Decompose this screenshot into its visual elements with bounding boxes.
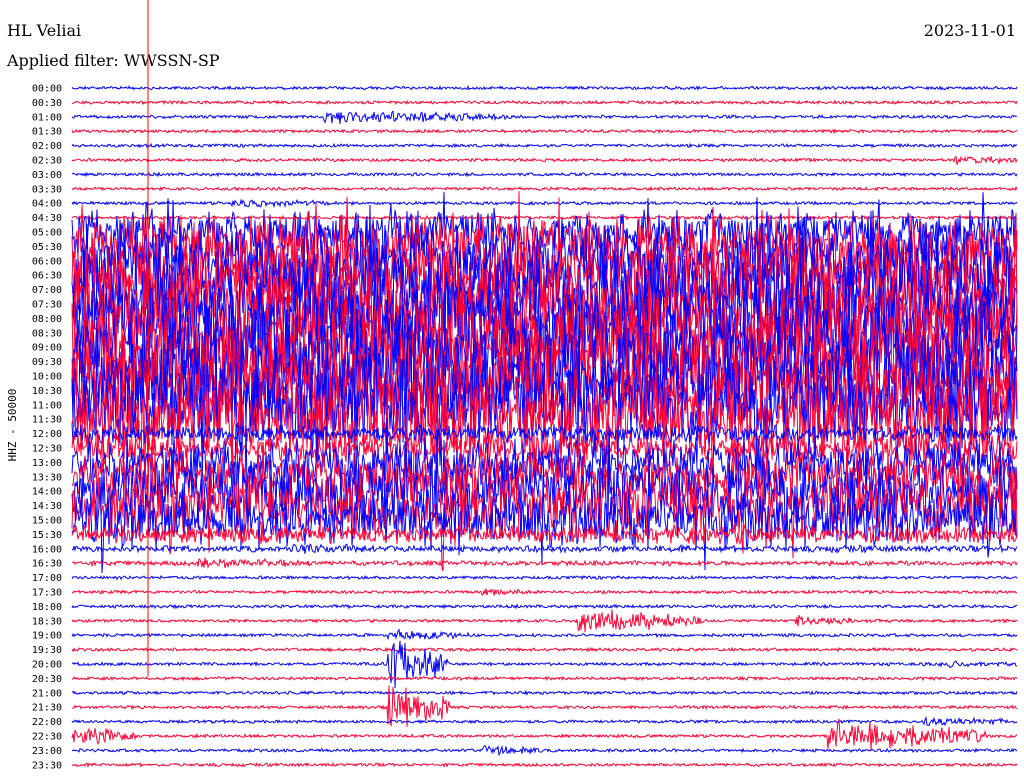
time-tick-label: 22:00 [32,717,62,728]
trace-0200 [71,142,1018,149]
time-tick-label: 15:00 [32,516,62,527]
time-tick-label: 18:00 [32,602,62,613]
time-tick-label: 10:00 [32,372,62,383]
time-tick-label: 04:30 [32,213,62,224]
time-tick-label: 14:30 [32,501,62,512]
time-tick-label: 18:30 [32,616,62,627]
time-tick-label: 20:30 [32,674,62,685]
trace-2030 [71,675,1018,682]
time-tick-label: 21:00 [32,688,62,699]
trace-0100 [71,110,1018,124]
trace-0030 [71,99,1018,106]
time-tick-label: 00:30 [32,98,62,109]
trace-0330 [71,185,1018,192]
time-tick-label: 03:30 [32,184,62,195]
time-tick-label: 07:30 [32,300,62,311]
time-tick-label: 12:30 [32,444,62,455]
time-tick-label: 02:00 [32,141,62,152]
time-tick-label: 17:30 [32,588,62,599]
time-tick-label: 13:30 [32,472,62,483]
time-tick-label: 11:00 [32,400,62,411]
time-tick-label: 11:30 [32,415,62,426]
channel-axis-label: HHZ - 50000 [6,389,19,462]
time-tick-label: 08:30 [32,328,62,339]
time-tick-label: 23:00 [32,746,62,757]
time-tick-label: 01:00 [32,112,62,123]
time-tick-label: 22:30 [32,732,62,743]
trace-1600 [71,543,1018,554]
seismic-traces [71,84,1018,769]
time-tick-label: 14:00 [32,487,62,498]
trace-1800 [71,603,1018,610]
trace-2200 [71,715,1018,727]
time-tick-label: 19:00 [32,631,62,642]
trace-2230 [71,718,1018,751]
trace-0230 [71,155,1018,166]
time-tick-label: 01:30 [32,127,62,138]
trace-1630 [71,557,1018,570]
time-tick-label: 23:30 [32,760,62,771]
trace-1830 [71,609,1018,633]
time-tick-label: 02:30 [32,156,62,167]
time-tick-label: 12:00 [32,429,62,440]
time-tick-label: 09:00 [32,343,62,354]
time-tick-label: 09:30 [32,357,62,368]
time-tick-label: 10:30 [32,386,62,397]
trace-1900 [71,628,1018,641]
time-tick-label: 05:30 [32,242,62,253]
time-tick-label: 07:00 [32,285,62,296]
time-tick-label: 03:00 [32,170,62,181]
trace-1930 [71,646,1018,653]
trace-0300 [71,171,1018,178]
time-tick-label: 15:30 [32,530,62,541]
time-tick-label: 20:00 [32,660,62,671]
time-tick-label: 08:00 [32,314,62,325]
trace-0000 [71,84,1018,91]
trace-0400 [71,198,1018,209]
time-tick-label: 05:00 [32,228,62,239]
time-tick-labels: 00:00 00:30 01:00 01:30 02:00 02:30 03:00 03:30… [32,84,62,772]
trace-2100 [71,689,1018,696]
time-tick-label: 21:30 [32,703,62,714]
time-tick-label: 06:30 [32,271,62,282]
trace-2330 [71,762,1018,769]
time-tick-label: 16:00 [32,544,62,555]
trace-1730 [71,588,1017,596]
trace-2300 [72,744,1018,757]
helicorder-plot: 00:00 00:30 01:00 01:30 02:00 02:30 03:00 03:30… [6,0,1018,772]
time-tick-label: 16:30 [32,559,62,570]
time-tick-label: 00:00 [32,84,62,95]
time-tick-label: 06:00 [32,256,62,267]
time-tick-label: 13:00 [32,458,62,469]
trace-1700 [71,574,1018,581]
time-tick-label: 19:30 [32,645,62,656]
trace-0130 [71,128,1018,135]
time-tick-label: 04:00 [32,199,62,210]
time-tick-label: 17:00 [32,573,62,584]
